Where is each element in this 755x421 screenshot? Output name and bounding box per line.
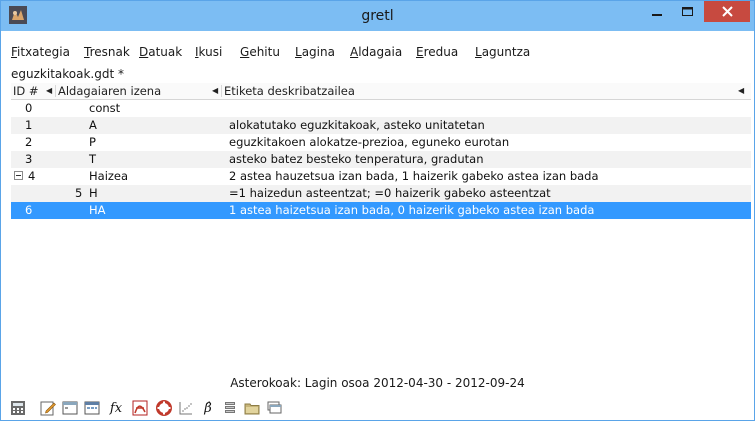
row-id: 0 — [25, 101, 33, 115]
title-bar[interactable]: gretl — [1, 1, 754, 31]
windows-icon[interactable] — [265, 399, 283, 417]
minimize-icon — [652, 13, 662, 16]
menu-lagina[interactable]: Lagina — [295, 45, 335, 59]
menu-laguntza[interactable]: Laguntza — [475, 45, 530, 59]
row-label: =1 haizedun asteentzat; =0 haizerik gabe… — [229, 186, 551, 200]
close-icon — [721, 6, 733, 17]
row-name: H — [89, 186, 98, 200]
database-icon[interactable] — [221, 399, 239, 417]
column-separator[interactable] — [221, 85, 222, 97]
row-id: 4 — [28, 169, 36, 183]
menu-bar: Fitxategia Tresnak Datuak Ikusi Gehitu L… — [1, 41, 754, 61]
row-id: 5 — [75, 186, 83, 200]
menu-datuak[interactable]: Datuak — [139, 45, 182, 59]
menu-gehitu[interactable]: Gehitu — [240, 45, 280, 59]
row-id: 1 — [25, 118, 33, 132]
menu-tresnak[interactable]: Tresnak — [84, 45, 130, 59]
table-row[interactable]: 3 T asteko batez besteko tenperatura, gr… — [11, 151, 751, 168]
status-bar: Asterokoak: Lagin osoa 2012-04-30 - 2012… — [230, 376, 525, 390]
column-header-name[interactable]: Aldagaiaren izena — [58, 84, 161, 98]
row-name: P — [89, 135, 96, 149]
row-name: HA — [89, 203, 106, 217]
gretl-window: gretl Fitxategia Tresnak Datuak Ikusi Ge… — [0, 0, 755, 421]
row-label: alokatutako eguzkitakoak, asteko unitate… — [229, 118, 485, 132]
row-label: asteko batez besteko tenperatura, gradut… — [229, 152, 484, 166]
column-separator[interactable] — [55, 85, 56, 97]
table-row[interactable]: 2 P eguzkitakoen alokatze-prezioa, egune… — [11, 134, 751, 151]
row-id: 6 — [25, 203, 33, 217]
menu-aldagaia[interactable]: Aldagaia — [350, 45, 402, 59]
row-id: 3 — [25, 152, 33, 166]
edit-script-icon[interactable] — [39, 399, 57, 417]
menu-ikusi[interactable]: Ikusi — [195, 45, 222, 59]
maximize-icon — [681, 6, 693, 16]
sort-left-icon[interactable]: ◀ — [212, 86, 218, 95]
table-row[interactable]: 1 A alokatutako eguzkitakoak, asteko uni… — [11, 117, 751, 134]
collapse-toggle-icon[interactable] — [14, 171, 23, 180]
calculator-icon[interactable] — [9, 399, 27, 417]
window-title: gretl — [361, 8, 394, 24]
close-button[interactable] — [704, 1, 750, 22]
scatter-plot-icon[interactable] — [177, 399, 195, 417]
variable-list-empty-area[interactable] — [11, 219, 751, 371]
table-row[interactable]: 0 const — [11, 100, 751, 117]
row-id: 2 — [25, 135, 33, 149]
row-name: Haizea — [89, 169, 129, 183]
row-name: const — [89, 101, 121, 115]
row-label: eguzkitakoen alokatze-prezioa, eguneko e… — [229, 135, 510, 149]
sort-left-icon[interactable]: ◀ — [46, 86, 52, 95]
column-header-label[interactable]: Etiketa deskribatzailea — [224, 84, 355, 98]
variable-list-header: ID # ◀ Aldagaiaren izena ◀ Etiketa deskr… — [11, 83, 751, 100]
menu-eredua[interactable]: Eredua — [416, 45, 458, 59]
pdf-icon[interactable] — [131, 399, 149, 417]
column-header-id[interactable]: ID # — [13, 84, 39, 98]
dataset-filename: eguzkitakoak.gdt * — [11, 67, 124, 81]
scroll-left-icon[interactable]: ◀ — [738, 86, 744, 95]
folder-icon[interactable] — [243, 399, 261, 417]
minimize-button[interactable] — [643, 1, 671, 22]
function-icon[interactable]: fx — [105, 399, 127, 417]
table-row[interactable]: 4 Haizea 2 astea hauzetsua izan bada, 1 … — [11, 168, 751, 185]
help-lifebuoy-icon[interactable] — [155, 399, 173, 417]
table-row[interactable]: 5 H =1 haizedun asteentzat; =0 haizerik … — [11, 185, 751, 202]
terminal-icon[interactable] — [61, 399, 79, 417]
session-icons-icon[interactable] — [83, 399, 101, 417]
table-row-selected[interactable]: 6 HA 1 astea haizetsua izan bada, 0 haiz… — [11, 202, 751, 219]
row-label: 1 astea haizetsua izan bada, 0 haizerik … — [229, 203, 595, 217]
beta-icon[interactable]: β̂ — [199, 399, 217, 417]
row-name: A — [89, 118, 97, 132]
row-name: T — [89, 152, 97, 166]
maximize-button[interactable] — [673, 1, 701, 22]
menu-fitxategia[interactable]: Fitxategia — [11, 45, 70, 59]
row-label: 2 astea hauzetsua izan bada, 1 haizerik … — [229, 169, 599, 183]
